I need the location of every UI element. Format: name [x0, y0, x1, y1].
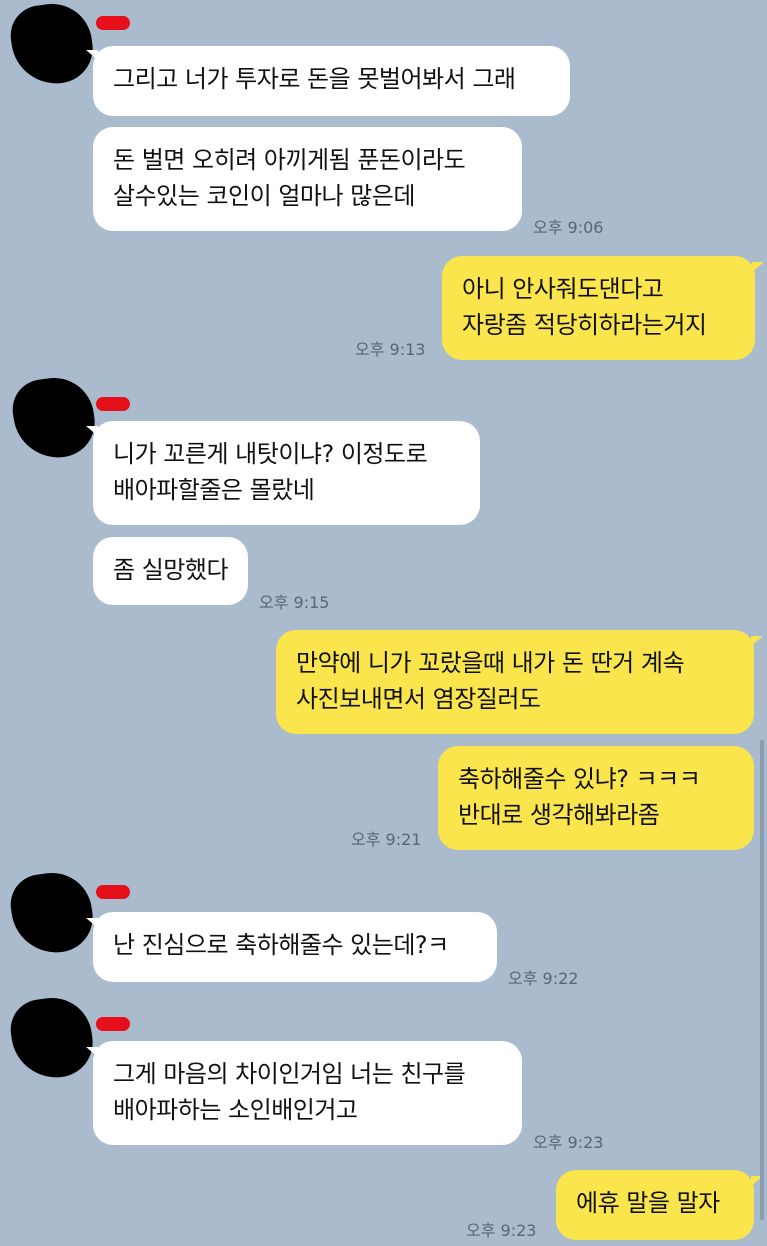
message-timestamp: 오후 9:13 [355, 340, 426, 359]
message-timestamp: 오후 9:06 [533, 218, 604, 237]
message-bubble-outgoing[interactable]: 만약에 니가 꼬랐을때 내가 돈 딴거 계속 사진보내면서 염장질러도 [276, 630, 754, 734]
sender-avatar[interactable] [8, 372, 100, 464]
message-bubble-incoming[interactable]: 그게 마음의 차이인거임 너는 친구를 배아파하는 소인배인거고 [93, 1041, 522, 1145]
sender-name-redacted [96, 1017, 130, 1031]
message-timestamp: 오후 9:23 [533, 1133, 604, 1152]
message-bubble-incoming[interactable]: 좀 실망했다 [93, 537, 248, 605]
message-bubble-outgoing[interactable]: 아니 안사줘도댄다고 자랑좀 적당히하라는거지 [442, 256, 755, 360]
sender-name-redacted [96, 885, 130, 899]
message-bubble-outgoing[interactable]: 에휴 말을 말자 [556, 1170, 754, 1240]
message-bubble-incoming[interactable]: 니가 꼬른게 내탓이냐? 이정도로 배아파할줄은 몰랐네 [93, 421, 480, 525]
scrollbar[interactable] [760, 740, 764, 1220]
message-bubble-incoming[interactable]: 그리고 너가 투자로 돈을 못벌어봐서 그래 [93, 46, 570, 116]
message-bubble-incoming[interactable]: 난 진심으로 축하해줄수 있는데?ㅋ [93, 912, 497, 982]
sender-avatar[interactable] [6, 0, 98, 90]
bubble-tail [752, 262, 764, 272]
sender-avatar[interactable] [6, 992, 98, 1084]
message-bubble-outgoing[interactable]: 축하해줄수 있냐? ㅋㅋㅋ 반대로 생각해봐라좀 [438, 746, 754, 850]
message-timestamp: 오후 9:22 [508, 969, 579, 988]
message-timestamp: 오후 9:23 [466, 1221, 537, 1240]
bubble-tail [751, 636, 763, 646]
sender-name-redacted [96, 397, 130, 411]
message-timestamp: 오후 9:15 [259, 593, 330, 612]
sender-name-redacted [96, 16, 130, 30]
message-timestamp: 오후 9:21 [351, 830, 422, 849]
sender-avatar[interactable] [6, 867, 98, 959]
message-bubble-incoming[interactable]: 돈 벌면 오히려 아끼게됨 푼돈이라도 살수있는 코인이 얼마나 많은데 [93, 127, 522, 231]
